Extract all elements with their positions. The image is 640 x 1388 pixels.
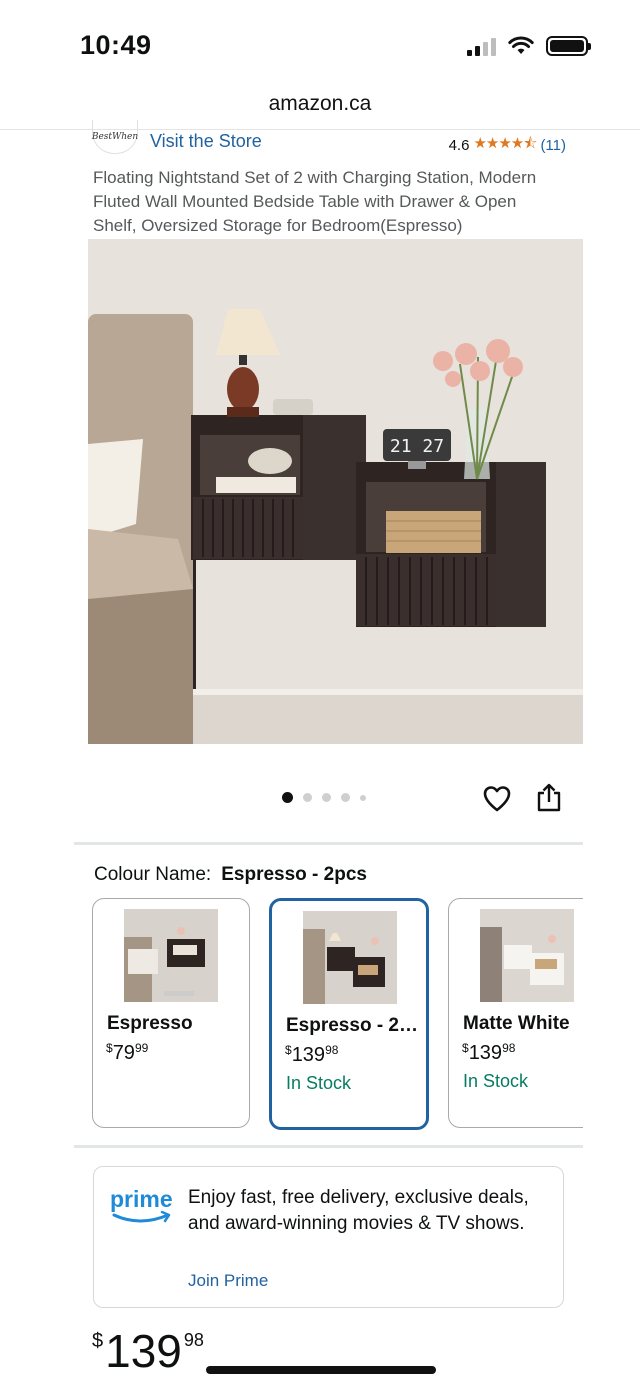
carousel-dot-2[interactable] [303, 793, 312, 802]
buy-box-price: $139 98 [92, 1324, 204, 1378]
colour-option-espresso[interactable]: Espresso $7999 [92, 898, 250, 1128]
signal-icon [467, 36, 496, 56]
swatch-thumbnail [124, 909, 218, 1002]
swatch-price: $7999 [106, 1041, 149, 1064]
visit-store-link[interactable]: Visit the Store [150, 131, 262, 152]
status-icons [467, 36, 591, 56]
home-indicator[interactable] [206, 1366, 436, 1374]
prime-message: Enjoy fast, free delivery, exclusive dea… [188, 1187, 529, 1234]
carousel-dot-5[interactable] [360, 794, 366, 801]
price-currency: $ [92, 1330, 104, 1352]
store-row: BestWhen Visit the Store 4.6 ★★★★⯪ (11) [92, 120, 566, 158]
swatch-thumbnail [303, 911, 397, 1004]
price-dollars: 139 [105, 1325, 182, 1377]
swatch-price: $13998 [462, 1041, 516, 1064]
prime-logo-icon: prime [110, 1186, 173, 1223]
carousel-dot-1[interactable] [282, 792, 293, 803]
product-photo: 21 27 [88, 239, 583, 744]
product-image[interactable]: 21 27 [88, 239, 583, 744]
battery-icon [546, 36, 591, 56]
store-logo[interactable]: BestWhen [92, 120, 138, 154]
prime-promo-box[interactable]: prime Enjoy fast, free delivery, exclusi… [93, 1166, 564, 1308]
swatch-thumbnail [480, 909, 574, 1002]
section-divider [74, 1145, 583, 1148]
colour-option-espresso-2pcs[interactable]: Espresso - 2pcs $13998 In Stock [269, 898, 429, 1130]
wifi-icon [508, 36, 534, 54]
swatch-name: Matte White [463, 1013, 570, 1034]
colour-swatch-row[interactable]: Espresso $7999 Espresso - 2pcs $13998 In… [92, 898, 583, 1130]
rating-summary[interactable]: 4.6 ★★★★⯪ (11) [449, 133, 566, 158]
carousel-dots[interactable] [282, 792, 366, 803]
status-bar: 10:49 [0, 0, 640, 90]
join-prime-link[interactable]: Join Prime [188, 1271, 268, 1291]
star-rating-icon: ★★★★⯪ [473, 135, 537, 152]
product-title: Floating Nightstand Set of 2 with Chargi… [93, 168, 537, 235]
colour-option-matte-white[interactable]: Matte White $13998 In Stock [448, 898, 583, 1128]
share-icon[interactable] [535, 783, 563, 813]
stock-status: In Stock [286, 1073, 352, 1093]
stock-status: In Stock [463, 1071, 529, 1091]
review-count[interactable]: (11) [540, 137, 566, 154]
selected-colour-value: Espresso - 2pcs [221, 864, 367, 885]
carousel-dot-4[interactable] [341, 793, 350, 802]
prime-logo-text: prime [110, 1186, 173, 1212]
swatch-price: $13998 [285, 1043, 339, 1066]
carousel-dot-3[interactable] [322, 793, 331, 802]
swatch-name: Espresso [107, 1013, 193, 1034]
clock-display: 21 27 [390, 436, 444, 457]
price-cents: 98 [183, 1330, 204, 1350]
rating-value: 4.6 [448, 137, 470, 154]
heart-icon[interactable] [482, 784, 512, 814]
swatch-name: Espresso - 2pcs [286, 1015, 422, 1036]
url-text: amazon.ca [268, 92, 372, 115]
colour-name-label: Colour Name: Espresso - 2pcs [94, 864, 367, 885]
status-time: 10:49 [80, 30, 152, 60]
section-divider [74, 842, 583, 845]
